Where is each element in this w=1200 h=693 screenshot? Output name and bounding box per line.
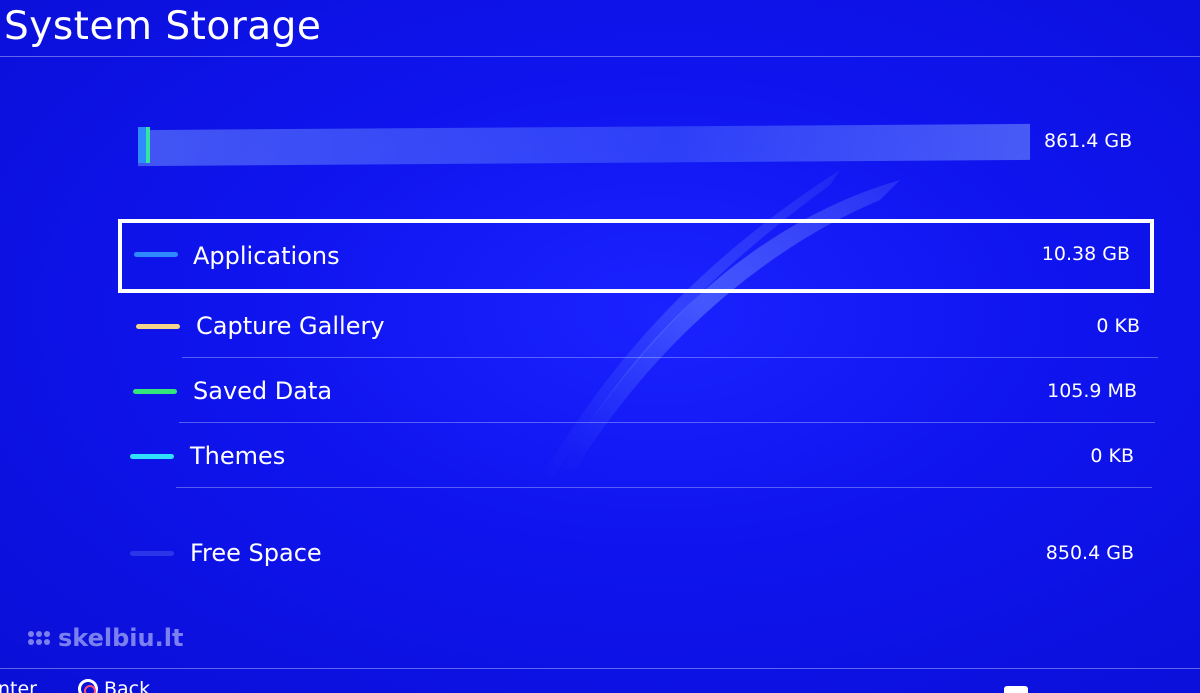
row-divider (176, 487, 1152, 488)
storage-row-capture-gallery[interactable]: Capture Gallery 0 KB (124, 293, 1158, 358)
category-color-swatch (136, 324, 180, 329)
watermark-logo-icon (28, 631, 50, 645)
storage-row-free-space[interactable]: Free Space 850.4 GB (118, 520, 1152, 585)
category-label: Capture Gallery (196, 312, 385, 340)
footer-back-hint[interactable]: Back (78, 677, 150, 693)
footer-enter-hint[interactable]: Enter (0, 677, 37, 693)
category-label: Saved Data (193, 377, 333, 405)
storage-row-themes[interactable]: Themes 0 KB (118, 423, 1152, 488)
category-label: Applications (193, 242, 340, 270)
category-color-swatch (130, 551, 174, 556)
category-color-swatch (130, 454, 174, 459)
usage-segment-other (146, 127, 150, 163)
category-label: Themes (190, 442, 286, 470)
page-title: System Storage (4, 4, 322, 49)
storage-usage-track (138, 123, 1030, 167)
storage-usage-bar (138, 123, 1030, 167)
category-label: Free Space (190, 539, 322, 567)
category-color-swatch (133, 389, 177, 394)
storage-row-saved-data[interactable]: Saved Data 105.9 MB (121, 358, 1155, 423)
usage-segment-applications (138, 127, 146, 163)
total-capacity-label: 861.4 GB (1044, 130, 1133, 152)
category-size: 850.4 GB (1045, 542, 1134, 564)
storage-category-list: Applications 10.38 GB Capture Gallery 0 KB S… (118, 219, 1162, 585)
options-icon (1004, 686, 1028, 693)
watermark-text: skelbiu.lt (58, 624, 184, 652)
watermark: skelbiu.lt (28, 624, 183, 652)
circle-button-icon (78, 679, 98, 693)
storage-usage-fill (138, 127, 150, 163)
storage-row-applications[interactable]: Applications 10.38 GB (118, 219, 1154, 293)
footer-back-label: Back (104, 678, 151, 693)
category-color-swatch (134, 252, 178, 257)
category-size: 0 KB (1096, 315, 1140, 337)
header-bar: System Storage (0, 0, 1200, 57)
category-size: 105.9 MB (1047, 380, 1137, 402)
category-size: 0 KB (1090, 445, 1134, 467)
category-size: 10.38 GB (1041, 243, 1130, 265)
footer-enter-label: Enter (0, 678, 37, 693)
